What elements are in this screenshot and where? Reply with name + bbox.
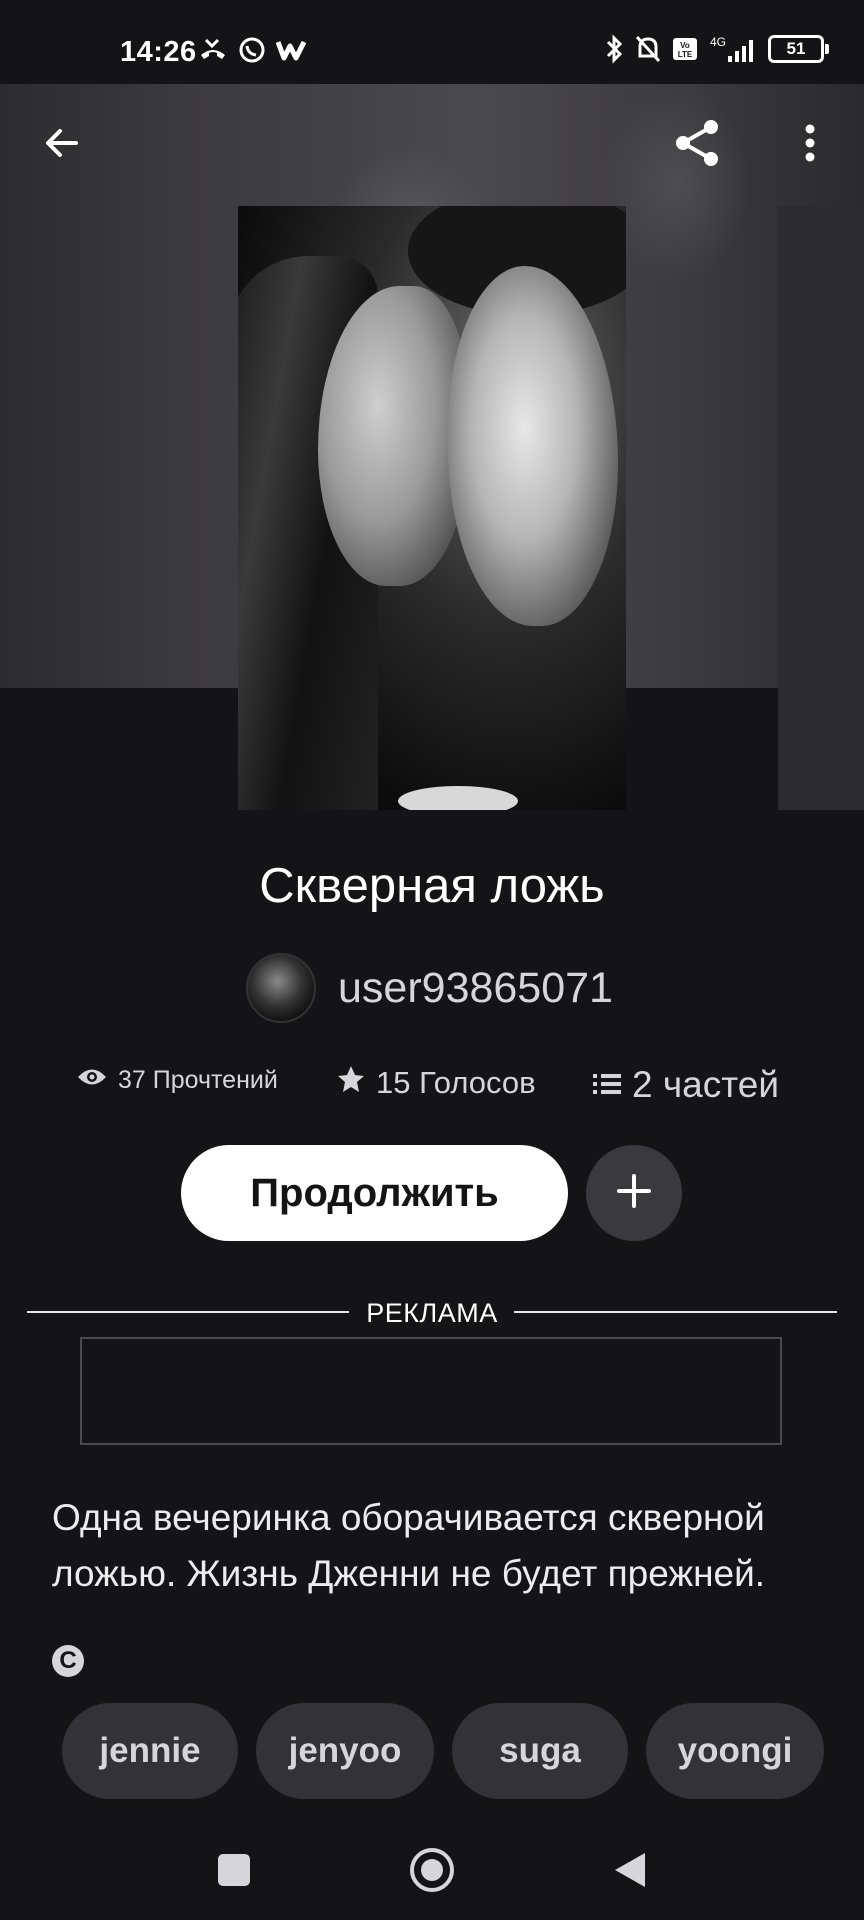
back-nav-button[interactable]	[600, 1842, 660, 1902]
votes-count: 15 Голосов	[376, 1065, 536, 1100]
share-button[interactable]	[662, 110, 732, 180]
more-options-button[interactable]	[775, 110, 845, 180]
mute-bell-icon	[634, 34, 662, 64]
votes-stat: 15 Голосов	[336, 1064, 536, 1102]
bluetooth-icon	[604, 34, 624, 64]
back-button[interactable]	[27, 110, 97, 180]
copyright-icon[interactable]: C	[52, 1645, 84, 1677]
status-time: 14:26	[120, 36, 197, 68]
missed-call-icon	[198, 37, 228, 63]
eye-icon	[76, 1066, 108, 1095]
recents-button[interactable]	[204, 1842, 264, 1902]
story-stats: 37 Прочтений 15 Голосов 2 частей	[0, 1060, 864, 1110]
star-icon	[336, 1064, 366, 1102]
story-cover-image[interactable]	[238, 206, 626, 810]
author-row[interactable]: user93865071	[246, 953, 613, 1023]
whatsapp-icon	[238, 36, 266, 64]
list-icon	[592, 1064, 622, 1106]
tag-jennie[interactable]: jennie	[62, 1703, 238, 1799]
author-name[interactable]: user93865071	[338, 964, 613, 1013]
tag-list: jennie jenyoo suga yoongi	[62, 1703, 824, 1799]
4g-signal-icon: 4G	[708, 34, 758, 64]
avatar[interactable]	[246, 953, 316, 1023]
parts-count[interactable]: 2 частей	[632, 1064, 779, 1106]
tag-suga[interactable]: suga	[452, 1703, 628, 1799]
next-cover-preview[interactable]	[778, 206, 864, 810]
story-title: Скверная ложь	[259, 859, 605, 913]
system-nav-bar	[0, 1810, 864, 1920]
volte-icon: Vo LTE	[672, 37, 698, 61]
tag-jenyoo[interactable]: jenyoo	[256, 1703, 434, 1799]
ad-label: РЕКЛАМА	[366, 1298, 498, 1328]
parts-stat[interactable]: 2 частей	[592, 1064, 779, 1106]
ad-slot[interactable]	[80, 1337, 782, 1445]
home-button[interactable]	[402, 1842, 462, 1902]
back-triangle-icon	[612, 1850, 648, 1895]
add-to-library-button[interactable]	[586, 1145, 682, 1241]
battery-indicator: 51	[768, 35, 829, 63]
tag-yoongi[interactable]: yoongi	[646, 1703, 824, 1799]
home-circle-icon	[408, 1846, 456, 1899]
continue-reading-button[interactable]: Продолжить	[181, 1145, 568, 1241]
story-description: Одна вечеринка оборачивается скверной ло…	[52, 1497, 766, 1594]
plus-icon	[614, 1171, 654, 1216]
share-icon	[669, 115, 725, 176]
svg-text:LTE: LTE	[678, 50, 693, 59]
svg-text:Vo: Vo	[680, 41, 690, 50]
recents-square-icon	[217, 1853, 251, 1892]
status-bar: 14:26 Vo LTE 4G 51	[0, 0, 864, 84]
wattpad-icon	[276, 38, 306, 62]
reads-count: 37 Прочтений	[118, 1066, 278, 1094]
svg-text:4G: 4G	[710, 35, 726, 49]
arrow-left-icon	[42, 123, 82, 168]
reads-stat: 37 Прочтений	[76, 1066, 278, 1095]
more-vert-icon	[804, 123, 816, 168]
